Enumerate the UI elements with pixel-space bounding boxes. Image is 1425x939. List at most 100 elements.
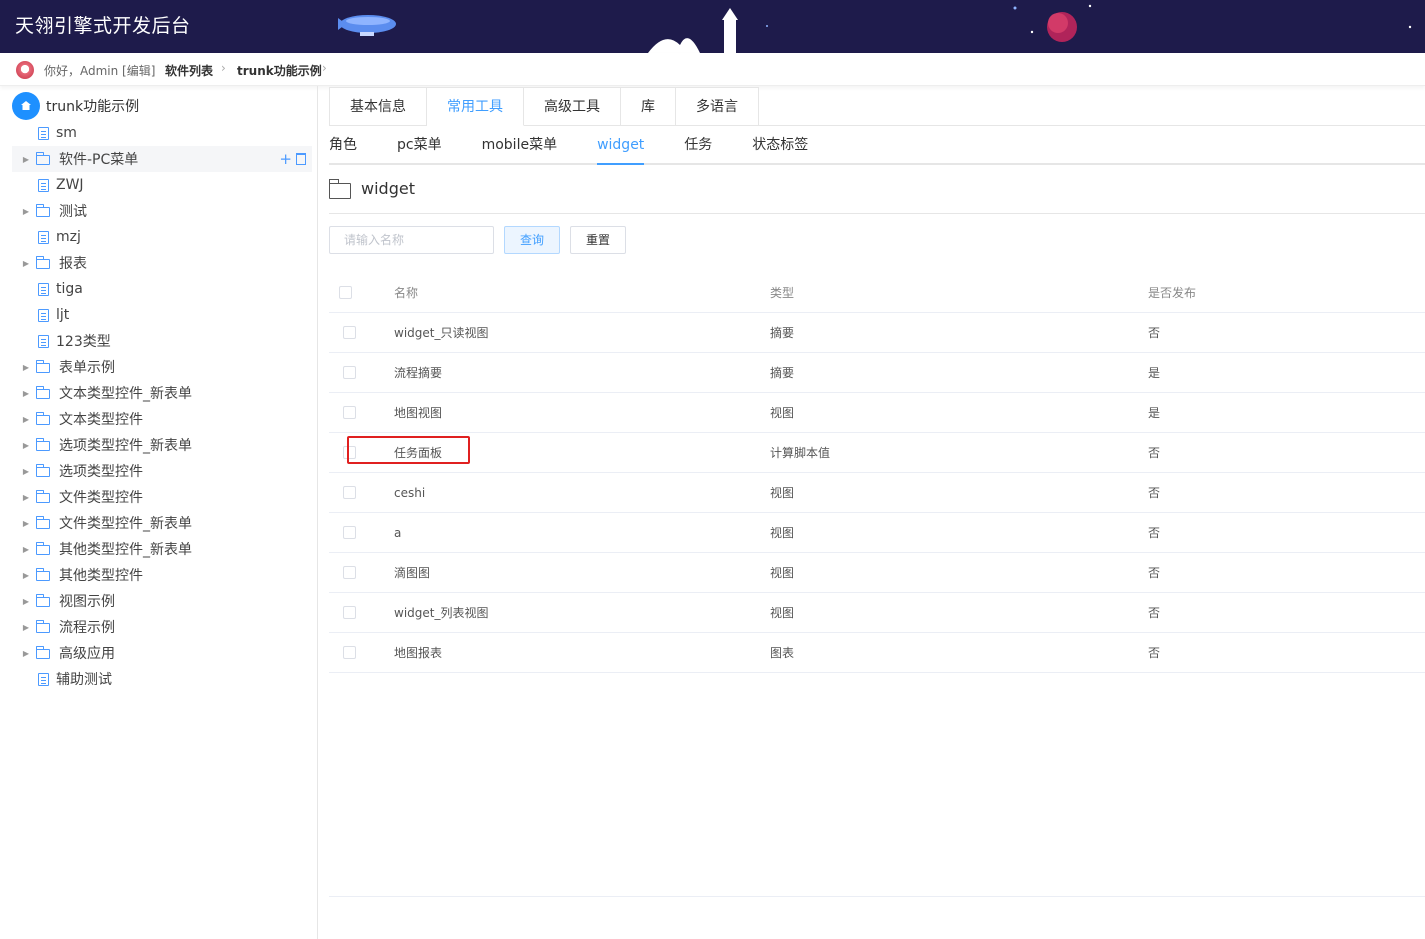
cell-type: 视图 <box>770 406 795 420</box>
caret-right-icon[interactable]: ▶ <box>20 363 32 372</box>
tree-item[interactable]: ▶ 文件类型控件_新表单 <box>12 510 312 536</box>
column-header-type[interactable]: 类型 <box>770 284 794 301</box>
cell-name[interactable]: 流程摘要 <box>394 364 442 381</box>
cell-name[interactable]: 地图视图 <box>394 404 442 421</box>
table-row[interactable]: 任务面板 计算脚本值否 <box>329 433 1425 473</box>
tab-roles[interactable]: 角色 <box>329 126 357 163</box>
delete-icon[interactable] <box>296 153 306 165</box>
caret-right-icon[interactable]: ▶ <box>20 571 32 580</box>
tab-pc-menu[interactable]: pc菜单 <box>397 126 442 163</box>
folder-icon <box>36 152 50 165</box>
column-header-name[interactable]: 名称 <box>394 284 418 301</box>
cell-published: 否 <box>1148 526 1161 540</box>
tree-item[interactable]: ZWJ <box>12 172 312 198</box>
tree-item[interactable]: 123类型 <box>12 328 312 354</box>
row-checkbox[interactable] <box>343 406 356 419</box>
table-row[interactable]: a 视图 否 <box>329 513 1425 553</box>
caret-right-icon[interactable]: ▶ <box>20 415 32 424</box>
cell-type: 视图 <box>770 486 795 500</box>
tab-multilanguage[interactable]: 多语言 <box>676 87 759 126</box>
tree-item[interactable]: ▶ 其他类型控件_新表单 <box>12 536 312 562</box>
caret-right-icon[interactable]: ▶ <box>20 207 32 216</box>
search-input[interactable] <box>329 226 494 254</box>
tree-item[interactable]: ▶ 测试 <box>12 198 312 224</box>
caret-right-icon[interactable]: ▶ <box>20 623 32 632</box>
caret-right-icon[interactable]: ▶ <box>20 597 32 606</box>
table-row[interactable]: ceshi 视图 否 <box>329 473 1425 513</box>
caret-right-icon[interactable]: ▶ <box>20 493 32 502</box>
folder-icon <box>36 516 50 529</box>
reset-button[interactable]: 重置 <box>570 226 626 254</box>
tree-item[interactable]: ▶ 表单示例 <box>12 354 312 380</box>
query-button[interactable]: 查询 <box>504 226 560 254</box>
add-icon[interactable]: + <box>279 150 292 168</box>
tab-basic-info[interactable]: 基本信息 <box>329 87 427 126</box>
user-greeting[interactable]: 你好，Admin [编辑] <box>44 62 155 79</box>
tree-item[interactable]: sm <box>12 120 312 146</box>
tree-item[interactable]: ▶ 软件-PC菜单 + <box>12 146 312 172</box>
breadcrumb-current-app[interactable]: trunk功能示例 <box>237 62 322 79</box>
cell-name[interactable]: widget_列表视图 <box>394 604 488 621</box>
tree-item[interactable]: ▶ 报表 <box>12 250 312 276</box>
breadcrumb-software-list[interactable]: 软件列表 <box>165 62 213 79</box>
tab-widget[interactable]: widget <box>597 126 645 165</box>
tab-tasks[interactable]: 任务 <box>684 126 712 163</box>
table-row[interactable]: 地图报表 图表 否 <box>329 633 1425 673</box>
cell-type: 视图 <box>770 526 795 540</box>
caret-right-icon[interactable]: ▶ <box>20 155 32 164</box>
table-row[interactable]: widget_只读视图 摘要 否 <box>329 313 1425 353</box>
cell-type: 图表 <box>770 646 795 660</box>
caret-right-icon[interactable]: ▶ <box>20 389 32 398</box>
cell-name[interactable]: 滴图图 <box>394 564 430 581</box>
avatar[interactable] <box>16 61 34 79</box>
tree-item-label: 123类型 <box>56 334 111 350</box>
caret-right-icon[interactable]: ▶ <box>20 649 32 658</box>
tree-item[interactable]: ▶ 文本类型控件 <box>12 406 312 432</box>
row-checkbox[interactable] <box>343 526 356 539</box>
tab-library[interactable]: 库 <box>621 87 676 126</box>
table-row[interactable]: 流程摘要 摘要 是 <box>329 353 1425 393</box>
tree-item[interactable]: ljt <box>12 302 312 328</box>
tree-item[interactable]: ▶ 其他类型控件 <box>12 562 312 588</box>
tree-item[interactable]: ▶ 高级应用 <box>12 640 312 666</box>
tree-item[interactable]: ▶ 文本类型控件_新表单 <box>12 380 312 406</box>
tree-root[interactable]: trunk功能示例 <box>12 92 139 120</box>
tree-item[interactable]: tiga <box>12 276 312 302</box>
table-row[interactable]: 滴图图 视图 否 <box>329 553 1425 593</box>
row-checkbox[interactable] <box>343 366 356 379</box>
folder-icon <box>36 464 50 477</box>
cell-name[interactable]: widget_只读视图 <box>394 324 488 341</box>
tree-item[interactable]: ▶ 选项类型控件_新表单 <box>12 432 312 458</box>
table-row[interactable]: 地图视图 视图 是 <box>329 393 1425 433</box>
row-checkbox[interactable] <box>343 566 356 579</box>
caret-right-icon[interactable]: ▶ <box>20 441 32 450</box>
tab-common-tools[interactable]: 常用工具 <box>427 87 524 126</box>
caret-right-icon[interactable]: ▶ <box>20 259 32 268</box>
select-all-checkbox[interactable] <box>339 286 352 299</box>
row-checkbox[interactable] <box>343 486 356 499</box>
primary-tabs: 基本信息 常用工具 高级工具 库 多语言 <box>329 87 1425 126</box>
tab-advanced-tools[interactable]: 高级工具 <box>524 87 621 126</box>
tree-item[interactable]: 辅助测试 <box>12 666 312 692</box>
caret-right-icon[interactable]: ▶ <box>20 467 32 476</box>
tab-status-tags[interactable]: 状态标签 <box>752 126 808 163</box>
row-checkbox[interactable] <box>343 326 356 339</box>
row-checkbox[interactable] <box>343 606 356 619</box>
cell-name[interactable]: a <box>394 526 401 540</box>
tree-item[interactable]: ▶ 文件类型控件 <box>12 484 312 510</box>
row-checkbox[interactable] <box>343 646 356 659</box>
tree-item[interactable]: ▶ 视图示例 <box>12 588 312 614</box>
app-header: 天翎引擎式开发后台 <box>0 0 1425 53</box>
table-row[interactable]: widget_列表视图 视图 否 <box>329 593 1425 633</box>
tree-item[interactable]: ▶ 选项类型控件 <box>12 458 312 484</box>
folder-icon <box>36 490 50 503</box>
tab-mobile-menu[interactable]: mobile菜单 <box>482 126 557 163</box>
tree-item[interactable]: ▶ 流程示例 <box>12 614 312 640</box>
cell-name[interactable]: 地图报表 <box>394 644 442 661</box>
folder-icon <box>36 542 50 555</box>
caret-right-icon[interactable]: ▶ <box>20 519 32 528</box>
tree-item[interactable]: mzj <box>12 224 312 250</box>
column-header-published[interactable]: 是否发布 <box>1148 284 1196 301</box>
caret-right-icon[interactable]: ▶ <box>20 545 32 554</box>
cell-name[interactable]: ceshi <box>394 486 425 500</box>
